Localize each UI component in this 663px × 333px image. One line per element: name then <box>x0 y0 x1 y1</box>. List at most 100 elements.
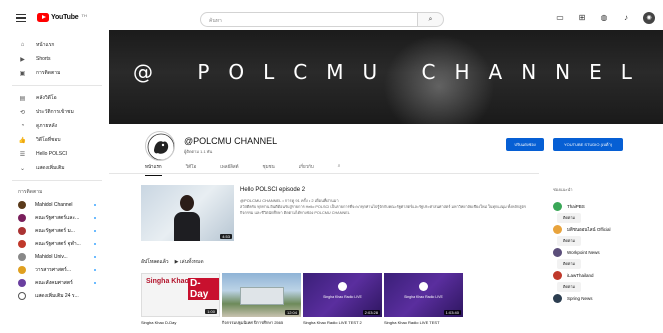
video-title[interactable]: กิจกรรมปฐมนิเทศ ปีการศึกษา 2565 <box>222 320 301 325</box>
thumbnail-text: Singha Khao Radio LIVE <box>404 295 443 299</box>
sidebar-item[interactable]: ☰ Hello POLSCI <box>0 147 110 161</box>
tab-0[interactable]: หน้าแรก <box>145 163 162 176</box>
sidebar-item[interactable]: ⟲ ประวัติการเข้าชม <box>0 105 110 119</box>
chat-icon[interactable]: ◍ <box>599 13 609 23</box>
video-thumbnail[interactable]: Singha Khao D-Day 1:00 <box>141 273 220 317</box>
subscription-item[interactable]: คณะสังคมศาสตร์ <box>0 276 110 289</box>
tab-3[interactable]: ชุมชน <box>263 163 275 176</box>
featured-channel-name: Workpoint News <box>567 250 600 255</box>
subscriptions-heading: การติดตาม <box>18 189 43 195</box>
tab-2[interactable]: เพลย์ลิสต์ <box>220 163 238 176</box>
youtube-studio-button[interactable]: YOUTUBE STUDIO (เบต้า) <box>553 138 623 151</box>
customize-channel-button[interactable]: ปรับแต่งช่อง <box>506 138 544 151</box>
new-content-dot <box>94 203 96 206</box>
featured-channels-heading: ช่องแนะนำ <box>553 187 573 192</box>
subscription-label: คณะสังคมศาสตร์ <box>35 279 73 286</box>
account-avatar[interactable]: ◉ <box>643 12 655 24</box>
video-card[interactable]: Singha Khao Radio LIVE 1:03:40 Singha Khao… <box>384 273 463 325</box>
subscription-item[interactable]: Mahidol Univ... <box>0 250 110 263</box>
subscription-avatar <box>18 265 26 274</box>
sidebar-item[interactable]: ⌄ แสดงเพิ่มเติม <box>0 161 110 175</box>
video-card[interactable]: Singha Khao D-Day 1:00 Singha Khao D-Day <box>141 273 220 325</box>
sidebar-item-icon: ⌄ <box>19 165 26 172</box>
thumbnail-subtext: D-Day <box>188 278 219 300</box>
subscription-item[interactable]: Mahidol Channel <box>0 198 110 211</box>
tab-1[interactable]: วิดีโอ <box>186 163 197 176</box>
sidebar-item-label: คลังวิดีโอ <box>36 95 57 101</box>
featured-channel-name: Spring News <box>567 296 593 301</box>
featured-channel[interactable]: ThaiPBS <box>553 202 585 211</box>
tab-search-icon[interactable]: ⌕ <box>338 163 341 176</box>
subscription-label: วารสารศาสตร์... <box>35 266 71 273</box>
video-duration: 1:00 <box>205 309 217 314</box>
thumbnail-text: Singha Khao Radio LIVE <box>323 295 362 299</box>
sidebar-item[interactable]: ▶ Shorts <box>0 52 110 66</box>
sidebar-item[interactable]: ⌂ หน้าแรก <box>0 38 110 52</box>
video-title[interactable]: Singha Khao Radio LIVE TEST 2 <box>303 320 382 325</box>
apps-grid-icon[interactable]: ⊞ <box>577 13 587 23</box>
subscribe-button[interactable]: ติดตาม <box>557 259 582 269</box>
search-icon: ⌕ <box>428 16 433 23</box>
new-content-dot <box>94 268 96 271</box>
subscription-avatar <box>18 291 26 300</box>
sidebar-item-label: วิดีโอที่ชอบ <box>36 137 61 143</box>
featured-channel[interactable]: iLawThailand <box>553 271 594 280</box>
subscribe-button[interactable]: ติดตาม <box>557 213 582 223</box>
subscription-avatar <box>18 200 26 209</box>
video-title[interactable]: Singha Khao D-Day <box>141 320 220 325</box>
video-thumbnail[interactable]: Singha Khao Radio LIVE 1:03:40 <box>384 273 463 317</box>
sidebar-item-label: การติดตาม <box>36 70 61 76</box>
sidebar-item[interactable]: 👍 วิดีโอที่ชอบ <box>0 133 110 147</box>
play-all-label: เล่นทั้งหมด <box>179 259 204 265</box>
featured-video-thumbnail[interactable]: 4:53 <box>141 185 234 241</box>
youtube-play-icon <box>37 13 49 22</box>
subscription-item[interactable]: คณะรัฐศาสตร์ จุฬา... <box>0 237 110 250</box>
featured-channel-avatar <box>553 248 562 257</box>
featured-channel[interactable]: Workpoint News <box>553 248 600 257</box>
featured-channel-avatar <box>553 202 562 211</box>
featured-video-title[interactable]: Hello POLSCI episode 2 <box>240 187 305 193</box>
featured-channel-name: มติชนออนไลน์ Official <box>567 227 611 232</box>
featured-channel-name: ThaiPBS <box>567 204 585 209</box>
sidebar-item[interactable]: ▣ การติดตาม <box>0 66 110 80</box>
video-thumbnail[interactable]: Singha Khao Radio LIVE 2:03:28 <box>303 273 382 317</box>
featured-channel[interactable]: Spring News <box>553 294 593 303</box>
sidebar-item-icon: ▤ <box>19 95 26 102</box>
sidebar-item-icon: ☰ <box>19 151 26 158</box>
logo-region: TH <box>81 13 87 18</box>
sidebar-item-icon: ⌂ <box>20 42 25 48</box>
video-title[interactable]: Singha Khao Radio LIVE TEST <box>384 320 463 325</box>
building-shape <box>240 287 284 305</box>
subscription-item[interactable]: คณะรัฐศาสตร์ ม... <box>0 224 110 237</box>
search-input[interactable]: ค้นหา <box>200 12 418 27</box>
sidebar-item[interactable]: ◔ ดูภายหลัง <box>0 119 110 133</box>
subscription-label: แสดงเพิ่มเติม 24 ร... <box>35 292 79 299</box>
sidebar-item-label: หน้าแรก <box>36 42 55 48</box>
channel-avatar[interactable] <box>145 131 175 161</box>
menu-icon[interactable] <box>16 14 26 22</box>
subscription-avatar <box>18 213 26 222</box>
play-all-button[interactable]: ▶ เล่นทั้งหมด <box>175 258 204 266</box>
sidebar-item[interactable]: ▤ คลังวิดีโอ <box>0 91 110 105</box>
search-button[interactable]: ⌕ <box>418 12 444 27</box>
video-card[interactable]: Singha Khao Radio LIVE 2:03:28 Singha Khao… <box>303 273 382 325</box>
subscription-label: คณะรัฐศาสตร์ ม... <box>35 227 75 234</box>
youtube-logo[interactable]: YouTube TH <box>37 13 87 22</box>
new-content-dot <box>94 255 96 258</box>
subscribe-button[interactable]: ติดตาม <box>557 282 582 292</box>
channel-logo-icon <box>338 282 347 291</box>
tab-4[interactable]: เกี่ยวกับ <box>299 163 314 176</box>
presenter-figure <box>174 195 200 241</box>
subscribe-button[interactable]: ติดตาม <box>557 236 582 246</box>
subscription-item[interactable]: แสดงเพิ่มเติม 24 ร... <box>0 289 110 302</box>
bell-icon[interactable]: ♪ <box>621 13 631 23</box>
sidebar-divider <box>12 180 102 181</box>
featured-channel[interactable]: มติชนออนไลน์ Official <box>553 225 611 234</box>
video-thumbnail[interactable]: 12:04 <box>222 273 301 317</box>
subscription-item[interactable]: วารสารศาสตร์... <box>0 263 110 276</box>
subscription-item[interactable]: คณะรัฐศาสตร์และ... <box>0 211 110 224</box>
subscription-avatar <box>18 278 26 287</box>
sidebar-item-label: Shorts <box>36 56 51 62</box>
video-create-icon[interactable]: ▭ <box>555 13 565 23</box>
video-card[interactable]: 12:04 กิจกรรมปฐมนิเทศ ปีการศึกษา 2565 <box>222 273 301 325</box>
